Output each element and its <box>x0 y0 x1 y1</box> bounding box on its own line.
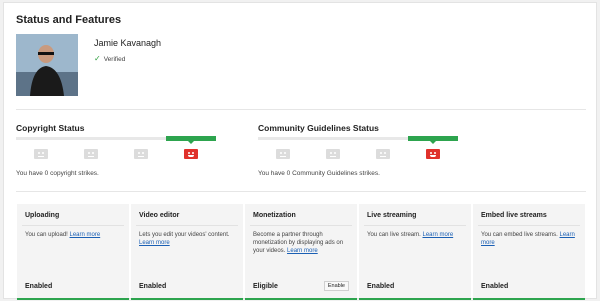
enable-monetization-button[interactable]: Enable <box>323 281 349 291</box>
face-icon <box>134 149 148 159</box>
feature-description: You can upload! Learn more <box>25 231 121 239</box>
feature-description: You can live stream. Learn more <box>367 231 463 239</box>
meter-track <box>16 137 166 140</box>
copyright-strikes-text: You have 0 copyright strikes. <box>16 170 99 177</box>
feature-desc-text: You can embed live streams. <box>481 232 558 238</box>
feature-status: Enabled <box>139 283 167 290</box>
learn-more-link[interactable]: Learn more <box>422 232 453 238</box>
copyright-status-title: Copyright Status <box>16 123 85 133</box>
feature-status: Enabled <box>367 283 395 290</box>
community-strikes-text: You have 0 Community Guidelines strikes. <box>258 170 380 177</box>
verified-status: ✓ Verified <box>94 55 125 63</box>
feature-cards: Uploading You can upload! Learn more Ena… <box>17 204 585 300</box>
feature-card-live-streaming: Live streaming You can live stream. Lear… <box>359 204 471 300</box>
page-title: Status and Features <box>16 14 122 26</box>
divider <box>478 225 580 226</box>
face-icon <box>34 149 48 159</box>
feature-desc-text: You can upload! <box>25 232 68 238</box>
feature-card-monetization: Monetization Become a partner through mo… <box>245 204 357 300</box>
divider <box>364 225 466 226</box>
feature-card-video-editor: Video editor Lets you edit your videos' … <box>131 204 243 300</box>
avatar <box>16 34 78 96</box>
community-status-title: Community Guidelines Status <box>258 123 379 133</box>
community-strike-meter <box>258 136 458 164</box>
feature-title: Video editor <box>139 212 180 219</box>
face-icon <box>184 149 198 159</box>
feature-title: Monetization <box>253 212 296 219</box>
feature-status: Enabled <box>25 283 53 290</box>
face-icon <box>376 149 390 159</box>
feature-card-uploading: Uploading You can upload! Learn more Ena… <box>17 204 129 300</box>
face-icon <box>426 149 440 159</box>
learn-more-link[interactable]: Learn more <box>139 240 170 246</box>
feature-title: Embed live streams <box>481 212 547 219</box>
copyright-strike-meter <box>16 136 216 164</box>
divider <box>250 225 352 226</box>
meter-pointer <box>188 141 194 144</box>
divider <box>16 109 586 110</box>
feature-title: Uploading <box>25 212 60 219</box>
divider <box>22 225 124 226</box>
divider <box>16 191 586 192</box>
feature-desc-text: Lets you edit your videos' content. <box>139 232 230 238</box>
meter-track <box>258 137 408 140</box>
channel-name: Jamie Kavanagh <box>94 38 162 48</box>
face-icon <box>276 149 290 159</box>
divider <box>136 225 238 226</box>
feature-description: You can embed live streams. Learn more <box>481 231 577 247</box>
face-icon <box>84 149 98 159</box>
check-icon: ✓ <box>94 54 101 63</box>
feature-card-embed-live-streams: Embed live streams You can embed live st… <box>473 204 585 300</box>
status-features-panel: Status and Features Jamie Kavanagh ✓ Ver… <box>3 2 597 300</box>
verified-label: Verified <box>103 55 126 63</box>
learn-more-link[interactable]: Learn more <box>287 248 318 254</box>
face-icon <box>326 149 340 159</box>
feature-title: Live streaming <box>367 212 417 219</box>
feature-description: Lets you edit your videos' content. Lear… <box>139 231 235 247</box>
feature-description: Become a partner through monetization by… <box>253 231 349 255</box>
feature-desc-text: You can live stream. <box>367 232 421 238</box>
feature-status: Eligible <box>253 283 278 290</box>
meter-pointer <box>430 141 436 144</box>
feature-status: Enabled <box>481 283 509 290</box>
learn-more-link[interactable]: Learn more <box>70 232 101 238</box>
